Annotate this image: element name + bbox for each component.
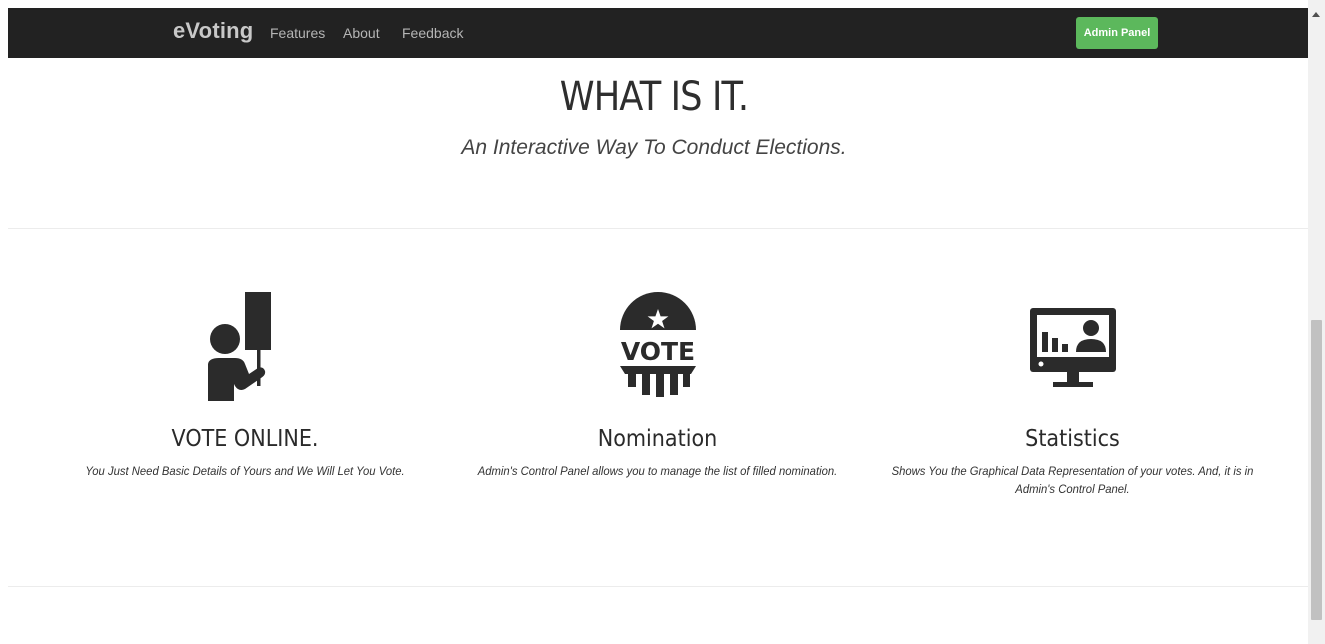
scroll-up-arrow-icon[interactable] [1312,12,1320,17]
hero-subtitle: An Interactive Way To Conduct Elections. [461,136,847,159]
vertical-scrollbar[interactable] [1308,0,1325,644]
statistics-monitor-icon [1029,308,1116,387]
browser-viewport: eVoting Features About Feedback Admin Pa… [0,0,1308,644]
nav-link-features[interactable]: Features [270,25,325,41]
feature-nomination: VOTE Nomination Admin's Control Panel al… [460,290,855,480]
nav-link-feedback[interactable]: Feedback [402,25,463,41]
vote-badge-icon: VOTE [619,292,696,397]
section-divider-bottom [8,586,1308,587]
feature-vote-online: VOTE ONLINE. You Just Need Basic Details… [60,290,430,480]
admin-panel-button[interactable]: Admin Panel [1076,17,1158,49]
nav-link-about[interactable]: About [343,25,380,41]
feature-description: Shows You the Graphical Data Representat… [891,464,1254,496]
feature-description: Admin's Control Panel allows you to mana… [477,464,838,478]
protester-sign-icon [208,292,271,401]
hero-title: WHAT IS IT. [559,74,749,120]
feature-title: Statistics [1025,426,1120,452]
scrollbar-thumb[interactable] [1311,320,1322,620]
section-divider-top [8,228,1308,229]
page: eVoting Features About Feedback Admin Pa… [0,0,1325,644]
feature-statistics: Statistics Shows You the Graphical Data … [865,290,1280,498]
brand-logo[interactable]: eVoting [173,18,253,44]
feature-title: VOTE ONLINE. [171,426,319,452]
feature-description: You Just Need Basic Details of Yours and… [85,464,405,478]
navbar: eVoting Features About Feedback Admin Pa… [8,8,1308,58]
feature-title: Nomination [597,426,718,452]
vote-badge-text: VOTE [620,337,694,366]
